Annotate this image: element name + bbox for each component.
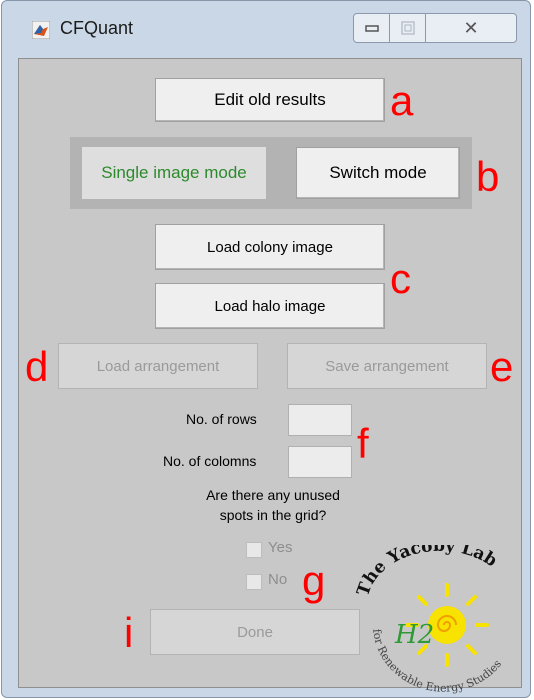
annotation-b: b bbox=[476, 153, 500, 200]
yes-checkbox[interactable] bbox=[246, 542, 262, 558]
maximize-icon bbox=[400, 21, 415, 35]
annotation-a: a bbox=[390, 77, 414, 124]
window-controls: ✕ bbox=[353, 13, 517, 43]
matlab-app-icon bbox=[32, 21, 50, 39]
logo-h2-text: H2 bbox=[394, 620, 434, 650]
minimize-icon bbox=[364, 25, 379, 32]
yacoby-lab-logo: The Yacoby Lab for Renewable Energy Stud… bbox=[355, 545, 504, 695]
annotation-d: d bbox=[25, 343, 49, 390]
question-line-1: Are there any unused bbox=[206, 487, 340, 503]
mode-status-label: Single image mode bbox=[82, 147, 266, 199]
load-arrangement-button[interactable]: Load arrangement bbox=[58, 343, 258, 389]
annotation-c: c bbox=[390, 255, 411, 302]
window-title: CFQuant bbox=[60, 18, 134, 38]
load-halo-image-button[interactable]: Load halo image bbox=[155, 283, 385, 329]
close-icon: ✕ bbox=[463, 17, 479, 38]
unused-spots-question: Are there any unused spots in the grid? bbox=[168, 485, 378, 525]
rows-label: No. of rows bbox=[186, 411, 257, 427]
close-button[interactable]: ✕ bbox=[426, 13, 517, 43]
no-checkbox[interactable] bbox=[246, 574, 262, 590]
switch-mode-button[interactable]: Switch mode bbox=[296, 147, 460, 199]
rows-input[interactable] bbox=[288, 404, 352, 436]
no-label: No bbox=[268, 571, 288, 588]
done-button[interactable]: Done bbox=[150, 609, 360, 655]
title-bar[interactable]: CFQuant ✕ bbox=[2, 1, 530, 61]
yes-label: Yes bbox=[268, 539, 293, 556]
edit-old-results-button[interactable]: Edit old results bbox=[155, 78, 385, 122]
minimize-button[interactable] bbox=[353, 13, 390, 43]
columns-label: No. of colomns bbox=[163, 453, 257, 469]
question-line-2: spots in the grid? bbox=[219, 507, 327, 523]
annotation-f: f bbox=[357, 420, 369, 467]
load-colony-image-button[interactable]: Load colony image bbox=[155, 224, 385, 270]
annotation-i: i bbox=[124, 609, 134, 656]
save-arrangement-button[interactable]: Save arrangement bbox=[287, 343, 487, 389]
annotation-e: e bbox=[490, 343, 514, 390]
columns-input[interactable] bbox=[288, 446, 352, 478]
mode-panel: Single image mode Switch mode bbox=[70, 137, 472, 209]
logo-title-text: The Yacoby Lab bbox=[355, 545, 501, 599]
maximize-button[interactable] bbox=[390, 13, 426, 43]
annotation-g: g bbox=[302, 557, 326, 604]
svg-text:The Yacoby Lab: The Yacoby Lab bbox=[355, 545, 501, 599]
